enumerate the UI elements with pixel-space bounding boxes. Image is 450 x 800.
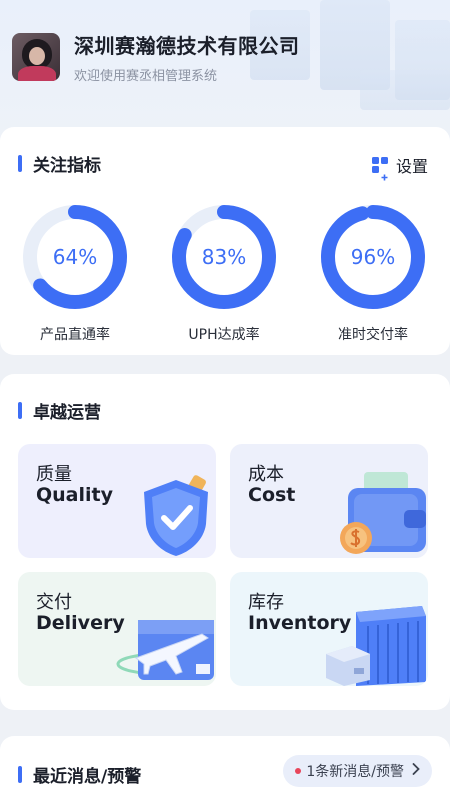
shield-check-icon bbox=[144, 475, 208, 556]
gauge-label: 准时交付率 bbox=[338, 327, 408, 343]
tile-cost[interactable]: 成本 Cost bbox=[230, 444, 428, 558]
grid-settings-icon bbox=[371, 156, 389, 180]
kpi-title: 关注指标 bbox=[18, 151, 101, 176]
tile-inventory[interactable]: 库存 Inventory bbox=[230, 572, 428, 686]
tile-title-en: Quality bbox=[36, 484, 113, 506]
messages-card: 最近消息/预警 1条新消息/预警 bbox=[0, 736, 450, 800]
airplane-box-icon bbox=[116, 620, 214, 680]
chevron-right-icon bbox=[412, 763, 420, 779]
gauge-value: 96% bbox=[350, 245, 396, 269]
kpi-gauge[interactable]: 83% UPH达成率 bbox=[169, 202, 279, 344]
tile-title-cn: 质量 bbox=[36, 464, 72, 485]
avatar[interactable] bbox=[12, 33, 60, 81]
tile-title-cn: 库存 bbox=[248, 592, 284, 613]
gauge-label: 产品直通率 bbox=[40, 327, 110, 343]
gauge-value: 64% bbox=[52, 245, 98, 269]
new-message-badge[interactable]: 1条新消息/预警 bbox=[283, 755, 432, 787]
kpi-gauge[interactable]: 64% 产品直通率 bbox=[20, 202, 130, 344]
operations-card: 卓越运营 质量 Quality 成本 Cost 交付 Delivery 库存 I… bbox=[0, 374, 450, 710]
tile-delivery[interactable]: 交付 Delivery bbox=[18, 572, 216, 686]
welcome-subtitle: 欢迎使用赛丞相管理系统 bbox=[74, 69, 218, 84]
tile-title-cn: 成本 bbox=[248, 464, 284, 485]
tile-title-en: Cost bbox=[248, 484, 296, 506]
kpi-card: 关注指标 设置 64% 产品直通率 83% UPH达成率 96% 准时交付率 bbox=[0, 127, 450, 355]
tile-title-cn: 交付 bbox=[36, 592, 72, 613]
kpi-gauge[interactable]: 96% 准时交付率 bbox=[318, 202, 428, 344]
tile-title-en: Delivery bbox=[36, 612, 125, 634]
operations-title: 卓越运营 bbox=[18, 398, 101, 423]
gauge-value: 83% bbox=[201, 245, 247, 269]
tile-quality[interactable]: 质量 Quality bbox=[18, 444, 216, 558]
company-name: 深圳赛瀚德技术有限公司 bbox=[74, 34, 300, 58]
wallet-coin-icon bbox=[340, 472, 426, 554]
company-header: 深圳赛瀚德技术有限公司 欢迎使用赛丞相管理系统 bbox=[12, 30, 300, 84]
settings-button[interactable]: 设置 bbox=[371, 153, 428, 180]
new-message-text: 1条新消息/预警 bbox=[306, 764, 404, 780]
unread-dot-icon bbox=[295, 768, 302, 774]
messages-title: 最近消息/预警 bbox=[18, 762, 141, 787]
warehouse-icon bbox=[326, 606, 426, 686]
gauge-label: UPH达成率 bbox=[188, 327, 260, 343]
